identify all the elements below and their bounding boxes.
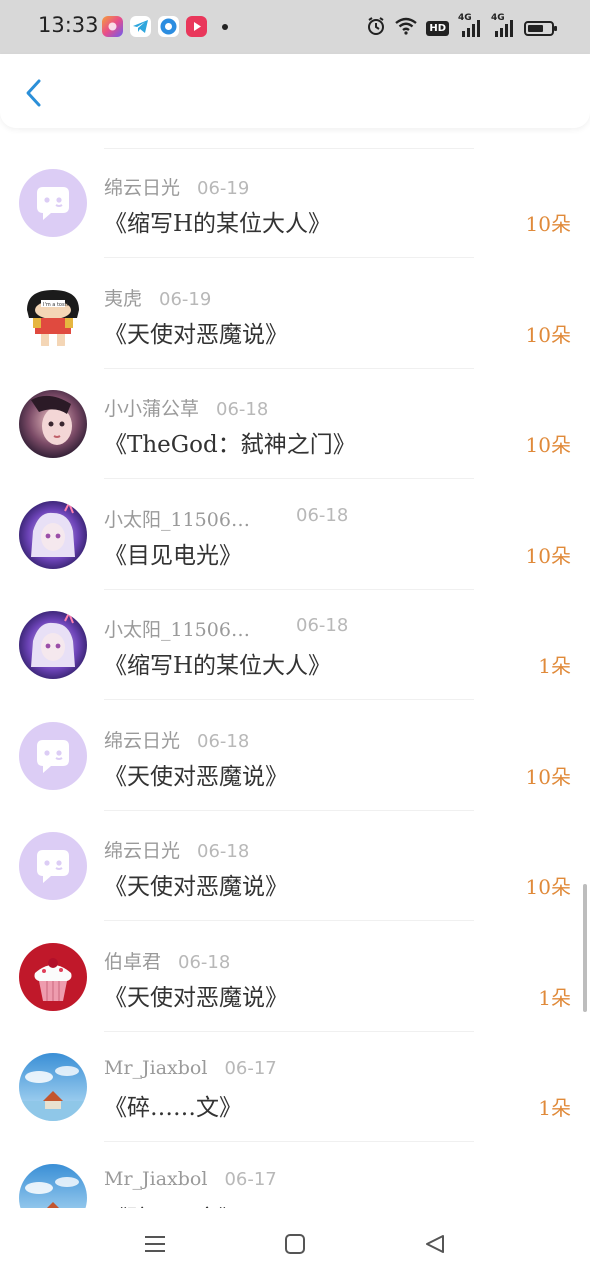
signal-4g-icon: 4G	[458, 13, 482, 37]
status-time: 13:33	[38, 13, 99, 37]
record-date: 06-18	[216, 399, 269, 420]
user-name[interactable]: 绵云日光	[104, 173, 180, 200]
signal-4g-icon: 4G	[491, 13, 515, 37]
record-date: 06-18	[296, 504, 349, 526]
book-title[interactable]: 《天使对恶魔说》	[104, 315, 288, 349]
user-name[interactable]: 小太阳_11506…	[104, 505, 250, 532]
flower-count: 10朵	[525, 543, 571, 568]
cartoon-boy-avatar[interactable]: I'm a tosti	[19, 279, 87, 348]
browser-icon	[158, 16, 179, 37]
user-name[interactable]: 绵云日光	[104, 726, 180, 753]
photos-app-icon	[102, 16, 123, 37]
flower-count: 1朵	[538, 1096, 571, 1120]
flower-count: 10朵	[525, 212, 571, 236]
item-meta: 小太阳_11506… 06-18	[104, 615, 348, 642]
portrait-girl-avatar[interactable]	[19, 390, 87, 458]
book-title[interactable]: 《TheGod：弑神之门》	[104, 425, 356, 459]
status-bar: 13:33 HD 4G 4G	[0, 0, 590, 54]
battery-icon	[524, 20, 557, 36]
telegram-icon	[130, 16, 151, 37]
record-date: 06-17	[224, 1058, 277, 1079]
svg-text:I'm a tosti: I'm a tosti	[43, 302, 68, 308]
user-name[interactable]: 小太阳_11506…	[104, 615, 250, 642]
book-title[interactable]: 《缩写H的某位大人》	[104, 646, 331, 680]
user-name[interactable]: 小小蒲公草	[104, 394, 199, 421]
item-meta: 小小蒲公草 06-18	[104, 394, 268, 421]
record-date: 06-19	[159, 288, 212, 310]
record-date: 06-19	[197, 178, 250, 199]
record-date: 06-17	[224, 1168, 277, 1190]
book-title[interactable]: 《天使对恶魔说》	[104, 867, 288, 901]
battery-level	[528, 24, 543, 32]
book-title[interactable]: 《目见电光》	[104, 536, 242, 570]
book-title[interactable]: 《碎……文》	[104, 1088, 242, 1122]
list-item[interactable]: 小太阳_11506… 06-18 《缩写H的某位大人》 1朵	[0, 590, 590, 700]
record-date: 06-18	[197, 841, 250, 862]
list-item[interactable]: 绵云日光 06-19 《缩写H的某位大人》 10朵	[0, 148, 590, 258]
user-name[interactable]: 绵云日光	[104, 836, 180, 863]
back-button[interactable]	[16, 76, 50, 110]
item-meta: 伯卓君 06-18	[104, 947, 230, 974]
video-player-icon	[186, 16, 207, 37]
user-name[interactable]: Mr_Jiaxbol	[104, 1168, 207, 1190]
network-type-label: 4G	[491, 13, 505, 23]
anime-girl-avatar[interactable]	[19, 500, 87, 569]
list-item[interactable]: 小小蒲公草 06-18 《TheGod：弑神之门》 10朵	[0, 369, 590, 479]
item-meta: 绵云日光 06-18	[104, 726, 249, 753]
scrollbar[interactable]	[583, 884, 587, 1012]
more-notifications-dot	[222, 23, 228, 30]
list-item[interactable]: I'm a tosti 夷虎 06-19 《天使对恶魔说》 10朵	[0, 259, 590, 369]
menu-icon[interactable]	[142, 1232, 168, 1256]
anime-girl-avatar[interactable]	[19, 611, 87, 679]
item-meta: 夷虎 06-19	[104, 284, 211, 311]
sky-landscape-avatar[interactable]	[19, 1053, 87, 1121]
list-item[interactable]: 绵云日光 06-18 《天使对恶魔说》 10朵	[0, 701, 590, 811]
list-item[interactable]: 伯卓君 06-18 《天使对恶魔说》 1朵	[0, 922, 590, 1032]
default-chat-avatar[interactable]	[19, 169, 87, 237]
record-date: 06-18	[197, 730, 250, 752]
flower-count: 10朵	[525, 764, 571, 789]
default-chat-avatar[interactable]	[19, 832, 87, 900]
home-icon[interactable]	[282, 1232, 308, 1256]
list-item[interactable]: Mr_Jiaxbol06-17《碎……文》1朵	[0, 1143, 590, 1209]
hd-icon: HD	[426, 20, 449, 36]
system-nav-bar	[0, 1208, 590, 1280]
top-bar	[0, 54, 590, 128]
alarm-icon	[366, 16, 386, 40]
sky-landscape-avatar[interactable]	[19, 1163, 87, 1208]
back-triangle-icon[interactable]	[422, 1232, 448, 1256]
user-name[interactable]: 伯卓君	[104, 947, 161, 974]
flower-count: 10朵	[525, 322, 571, 347]
book-title[interactable]: 《天使对恶魔说》	[104, 978, 288, 1012]
list-item[interactable]: 小太阳_11506… 06-18 《目见电光》 10朵	[0, 480, 590, 590]
list-item[interactable]: Mr_Jiaxbol 06-17 《碎……文》 1朵	[0, 1032, 590, 1142]
cupcake-avatar[interactable]	[19, 942, 87, 1011]
gift-record-list[interactable]: 绵云日光 06-19 《缩写H的某位大人》 10朵 I'm a tosti 夷虎 06-19…	[0, 148, 590, 1208]
user-name[interactable]: Mr_Jiaxbol	[104, 1057, 207, 1079]
record-date: 06-18	[296, 615, 349, 636]
wifi-icon	[395, 17, 418, 39]
item-meta: 绵云日光 06-19	[104, 173, 249, 200]
flower-count: 1朵	[538, 985, 571, 1010]
list-item[interactable]: 绵云日光 06-18 《天使对恶魔说》 10朵	[0, 811, 590, 921]
user-name[interactable]: 夷虎	[104, 284, 142, 311]
book-title[interactable]: 《碎……文》	[104, 1199, 242, 1209]
default-chat-avatar[interactable]	[19, 721, 87, 790]
chevron-left-icon	[26, 79, 41, 107]
flower-count: 10朵	[525, 433, 571, 457]
item-meta: 小太阳_11506… 06-18	[104, 505, 348, 532]
item-meta: Mr_Jiaxbol 06-17	[104, 1168, 277, 1190]
book-title[interactable]: 《天使对恶魔说》	[104, 757, 288, 791]
system-icons: HD 4G 4G	[366, 13, 557, 40]
flower-count: 10朵	[525, 875, 571, 899]
notification-icons	[102, 16, 228, 37]
item-meta: Mr_Jiaxbol 06-17	[104, 1057, 277, 1079]
network-type-label: 4G	[458, 13, 472, 23]
record-date: 06-18	[178, 951, 231, 973]
book-title[interactable]: 《缩写H的某位大人》	[104, 204, 331, 238]
flower-count: 1朵	[538, 654, 571, 678]
item-meta: 绵云日光 06-18	[104, 836, 249, 863]
